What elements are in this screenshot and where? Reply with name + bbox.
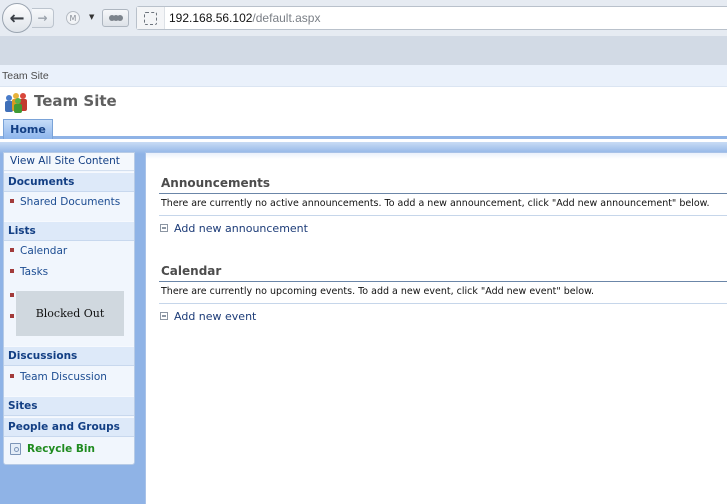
bullet-icon [10, 293, 14, 297]
main-top-strip [146, 153, 727, 159]
add-link-label: Add new announcement [174, 222, 308, 235]
title-area: Team Site [0, 87, 727, 117]
add-new-event-link[interactable]: Add new event [159, 308, 727, 326]
main-content: Announcements There are currently no act… [145, 152, 727, 504]
back-button[interactable]: ← [2, 3, 32, 33]
breadcrumb[interactable]: Team Site [2, 70, 49, 82]
bullet-icon [10, 248, 14, 252]
site-identity-icon[interactable] [137, 7, 165, 29]
view-all-site-content-link[interactable]: View All Site Content [4, 153, 134, 171]
nav-header-discussions[interactable]: Discussions [4, 346, 134, 366]
nav-header-documents[interactable]: Documents [4, 172, 134, 192]
nav-item-shared-documents[interactable]: Shared Documents [4, 193, 134, 213]
url-path: /default.aspx [252, 11, 321, 25]
bullet-icon [10, 314, 14, 318]
webpart-title[interactable]: Announcements [159, 176, 727, 194]
nav-item-label: Shared Documents [20, 196, 121, 208]
address-bar[interactable]: 192.168.56.102/default.aspx [136, 6, 727, 30]
nav-item-calendar[interactable]: Calendar [4, 242, 134, 262]
add-icon [160, 312, 168, 320]
add-new-announcement-link[interactable]: Add new announcement [159, 220, 727, 238]
top-navigation: Home [0, 117, 727, 139]
calendar-webpart: Calendar There are currently no upcoming… [159, 264, 727, 326]
blocked-out-region: Blocked Out [16, 291, 124, 336]
arrow-right-icon: → [37, 11, 48, 25]
nav-header-sites[interactable]: Sites [4, 396, 134, 416]
webpart-title[interactable]: Calendar [159, 264, 727, 282]
add-link-label: Add new event [174, 310, 257, 323]
recycle-bin-link[interactable]: Recycle Bin [4, 440, 134, 462]
nav-item-label: Team Discussion [20, 371, 107, 383]
browser-chrome: ← → M ▼ 192.168.56.102/default.aspx [0, 0, 727, 65]
extension-button[interactable] [102, 9, 129, 27]
browser-tabstrip [0, 36, 727, 65]
bullet-icon [10, 374, 14, 378]
m-extension-icon[interactable]: M [66, 11, 80, 25]
site-title[interactable]: Team Site [34, 92, 117, 110]
chevron-down-icon[interactable]: ▼ [89, 13, 94, 21]
tab-home[interactable]: Home [3, 119, 53, 139]
recycle-bin-icon [10, 443, 21, 455]
announcements-webpart: Announcements There are currently no act… [159, 176, 727, 238]
webpart-message: There are currently no upcoming events. … [159, 282, 727, 304]
people-group-icon [5, 93, 27, 113]
browser-toolbar: ← → M ▼ 192.168.56.102/default.aspx [0, 0, 727, 36]
nav-header-lists[interactable]: Lists [4, 221, 134, 241]
nav-item-label: Calendar [20, 245, 68, 257]
bullet-icon [10, 269, 14, 273]
bullet-icon [10, 199, 14, 203]
forward-button[interactable]: → [32, 8, 54, 28]
url-text[interactable]: 192.168.56.102/default.aspx [169, 11, 320, 25]
quick-launch: View All Site Content Documents Shared D… [3, 152, 135, 465]
url-host: 192.168.56.102 [169, 11, 253, 25]
nav-item-label: Tasks [20, 266, 49, 278]
breadcrumb-bar: Team Site [0, 65, 727, 87]
nav-item-tasks[interactable]: Tasks [4, 263, 134, 283]
arrow-left-icon: ← [9, 7, 25, 29]
recycle-bin-label: Recycle Bin [27, 443, 95, 455]
nav-item-team-discussion[interactable]: Team Discussion [4, 368, 134, 388]
webpart-message: There are currently no active announceme… [159, 194, 727, 216]
nav-header-people-and-groups[interactable]: People and Groups [4, 417, 134, 437]
add-icon [160, 224, 168, 232]
tab-home-label: Home [10, 123, 46, 136]
